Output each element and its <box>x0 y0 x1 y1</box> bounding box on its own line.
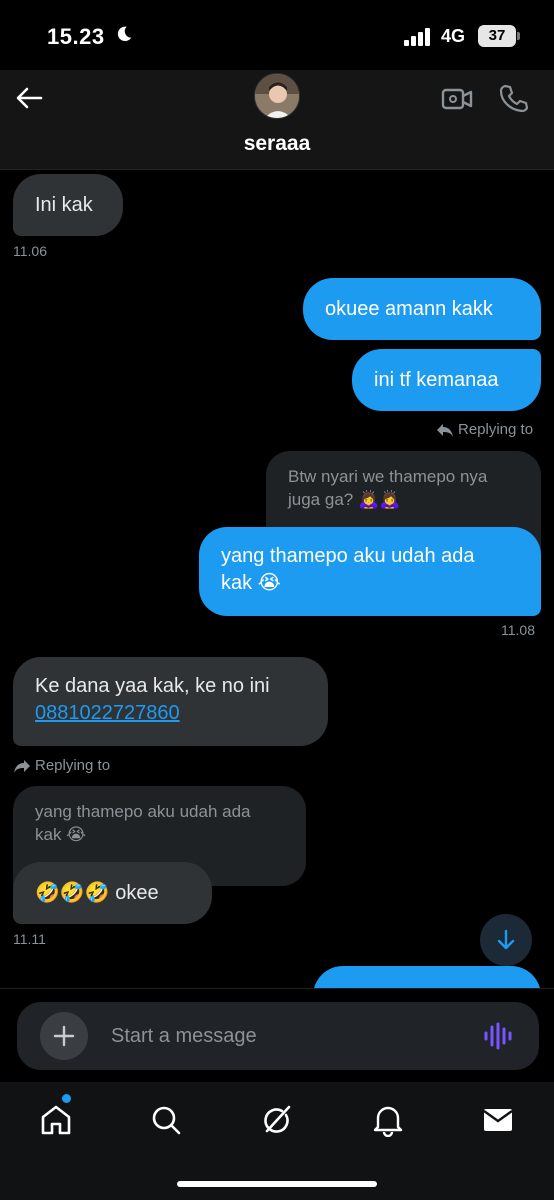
message-text: 🤣🤣🤣 okee <box>35 881 159 904</box>
composer-area <box>0 988 554 1082</box>
message-timestamp: 11.06 <box>13 243 47 259</box>
back-arrow-icon[interactable] <box>14 83 44 113</box>
arrow-down-icon <box>497 929 515 950</box>
quoted-text-line: Btw nyari we thamepo nya <box>288 467 488 486</box>
message-incoming[interactable]: Ini kak <box>13 174 123 236</box>
home-indicator <box>177 1181 377 1187</box>
phone-number-link[interactable]: 0881022727860 <box>35 702 180 724</box>
message-outgoing[interactable]: okuee amann kakk <box>303 278 541 340</box>
battery-indicator: 37 <box>478 25 520 47</box>
message-outgoing[interactable]: ini tf kemanaa <box>352 349 541 411</box>
tab-search[interactable] <box>146 1100 186 1140</box>
message-outgoing[interactable]: yang thamepo aku udah ada kak 😭 <box>199 527 541 616</box>
quoted-text-line: juga ga? 🙇‍♀️🙇‍♀️ <box>288 490 401 509</box>
tab-notifications[interactable] <box>368 1100 408 1140</box>
plus-icon <box>53 1025 75 1047</box>
grok-icon <box>264 1105 291 1133</box>
quoted-text-line: kak 😭 <box>35 825 87 844</box>
status-bar: 15.23 4G 37 <box>0 0 554 70</box>
moon-icon <box>117 26 132 42</box>
home-icon <box>41 1105 71 1135</box>
message-text: okuee amann kakk <box>325 297 493 320</box>
message-text-line: yang thamepo aku udah ada <box>221 545 475 567</box>
composer <box>17 1002 539 1070</box>
tab-home[interactable] <box>36 1100 76 1140</box>
tab-grok[interactable] <box>257 1100 297 1140</box>
message-input[interactable] <box>111 1020 451 1052</box>
replying-to-label: Replying to <box>13 757 110 774</box>
scroll-to-bottom-button[interactable] <box>480 914 532 966</box>
conversation-header: seraaa <box>0 70 554 170</box>
quoted-text-line: yang thamepo aku udah ada <box>35 802 251 821</box>
message-text: ini tf kemanaa <box>374 368 499 391</box>
unread-dot <box>62 1094 71 1103</box>
status-time: 15.23 <box>47 24 105 49</box>
tab-messages[interactable] <box>478 1100 518 1140</box>
phone-icon[interactable] <box>498 83 528 113</box>
dm-screen: 15.23 4G 37 seraaa Ini kak 11.06 okuee a… <box>0 0 554 1200</box>
add-media-button[interactable] <box>40 1012 88 1060</box>
reply-icon <box>437 423 453 437</box>
network-type: 4G <box>441 26 466 46</box>
signal-icon <box>404 28 430 46</box>
replying-to-label: Replying to <box>436 421 533 438</box>
reply-icon <box>14 759 30 773</box>
mail-icon <box>483 1109 513 1131</box>
message-timestamp: 11.08 <box>501 622 535 638</box>
message-text: Ini kak <box>35 193 93 216</box>
message-incoming[interactable]: Ke dana yaa kak, ke no ini 0881022727860 <box>13 657 328 746</box>
message-timestamp: 11.11 <box>13 931 46 947</box>
video-call-icon[interactable] <box>441 85 473 113</box>
avatar[interactable] <box>254 73 300 119</box>
search-icon <box>152 1106 181 1135</box>
message-text-line: kak 😭 <box>221 572 282 594</box>
message-incoming[interactable]: 🤣🤣🤣 okee <box>13 862 212 924</box>
contact-name[interactable]: seraaa <box>0 132 554 156</box>
message-text-line: Ke dana yaa kak, ke no ini <box>35 675 270 697</box>
bell-icon <box>373 1106 403 1137</box>
voice-icon[interactable] <box>483 1022 513 1050</box>
